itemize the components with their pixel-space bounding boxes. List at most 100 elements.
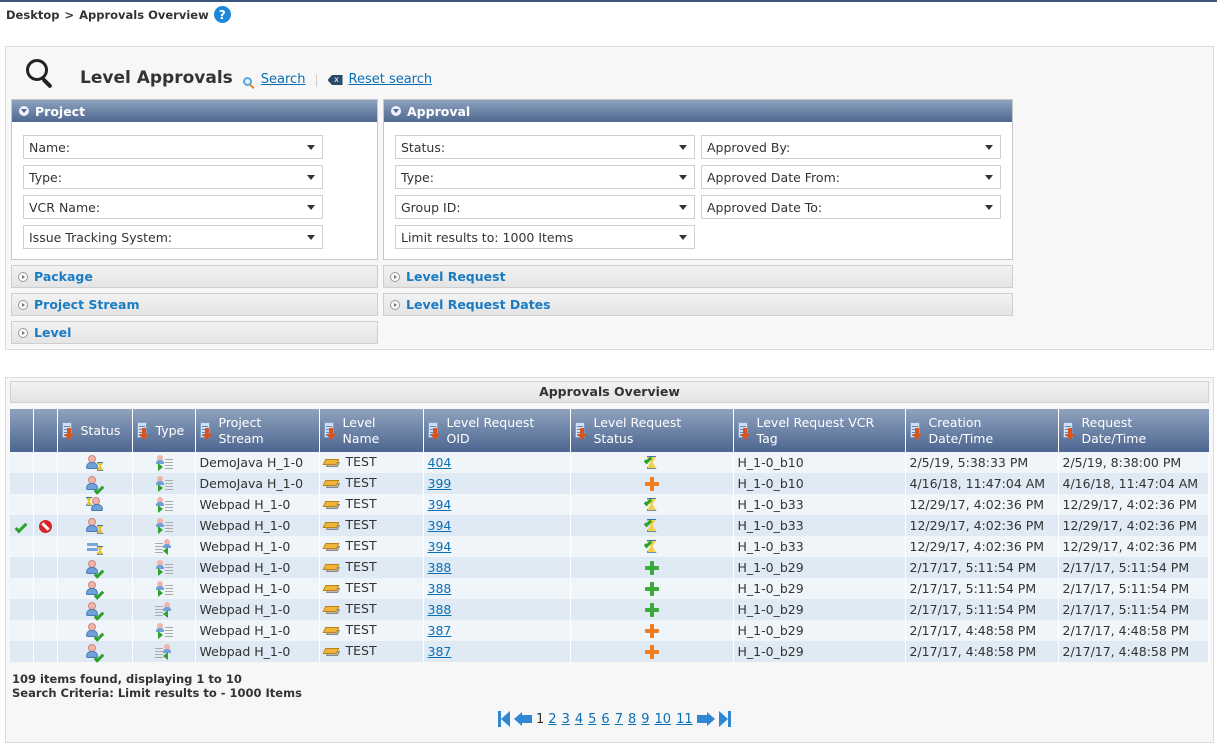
project-type-select[interactable]: Type: xyxy=(23,165,323,189)
page-link[interactable]: 8 xyxy=(628,712,636,727)
column-header-status[interactable]: Status xyxy=(57,409,133,452)
request-type-icon xyxy=(155,580,173,597)
status-cell xyxy=(57,620,133,642)
level-request-dates-section[interactable]: Level Request Dates xyxy=(383,293,1013,316)
previous-page-icon[interactable] xyxy=(514,712,532,726)
page-link[interactable]: 10 xyxy=(655,712,672,727)
column-label: Level Request VCR Tag xyxy=(756,414,875,446)
column-header-reject xyxy=(33,409,58,452)
vcr-tag-cell: H_1-0_b33 xyxy=(733,515,906,536)
user-approved-icon xyxy=(85,643,104,663)
approval-type-select[interactable]: Type: xyxy=(395,165,695,189)
limit-results-select[interactable]: Limit results to: 1000 Items xyxy=(395,225,695,249)
request-date-cell: 2/17/17, 4:48:58 PM xyxy=(1058,641,1209,662)
reset-search-link[interactable]: Reset search xyxy=(349,72,433,87)
approved-date-from-select[interactable]: Approved Date From: xyxy=(701,165,1001,189)
reject-icon[interactable] xyxy=(38,520,52,533)
vcr-tag-cell: H_1-0_b33 xyxy=(733,494,906,515)
user-approved-icon xyxy=(85,601,104,621)
lr-status-cell xyxy=(570,620,734,641)
level-name: TEST xyxy=(345,601,377,617)
request-type-icon xyxy=(155,496,173,513)
level-request-oid-link[interactable]: 404 xyxy=(428,455,452,470)
column-header-creation[interactable]: Creation Date/Time xyxy=(905,409,1059,452)
column-label: Type xyxy=(155,422,185,438)
level-request-oid-link[interactable]: 387 xyxy=(428,644,452,659)
page-link[interactable]: 5 xyxy=(588,712,596,727)
creation-date-cell: 12/29/17, 4:02:36 PM xyxy=(905,494,1059,515)
oid-cell: 394 xyxy=(423,536,571,557)
project-section-header[interactable]: Project xyxy=(12,100,377,122)
section-label: Level Request xyxy=(406,269,506,284)
search-link[interactable]: Search xyxy=(261,72,306,87)
queue-pending-icon xyxy=(86,539,104,555)
status-cell xyxy=(57,494,133,515)
sort-icon xyxy=(136,421,151,440)
status-cell xyxy=(57,578,133,600)
creation-date-cell: 2/17/17, 4:48:58 PM xyxy=(905,620,1059,641)
page-link[interactable]: 11 xyxy=(676,712,693,727)
approval-status-select[interactable]: Status: xyxy=(395,135,695,159)
breadcrumb-desktop[interactable]: Desktop xyxy=(6,8,59,22)
column-header-lr-status[interactable]: Level Request Status xyxy=(570,409,734,452)
table-row: Webpad H_1-0 TEST 387 H_1-0_b29 2/17/17, 4:… xyxy=(10,641,1209,663)
column-header-type[interactable]: Type xyxy=(132,409,196,452)
level-request-section[interactable]: Level Request xyxy=(383,265,1013,288)
request-type-icon xyxy=(155,622,173,639)
user-pending-icon xyxy=(85,454,104,471)
page-links: 2 3 4 5 6 7 8 9 10 11 xyxy=(548,712,692,727)
column-header-request[interactable]: Request Date/Time xyxy=(1058,409,1209,452)
project-stream-cell: Webpad H_1-0 xyxy=(195,620,320,641)
column-header-project-stream[interactable]: Project Stream xyxy=(195,409,320,452)
approve-icon[interactable] xyxy=(14,520,28,534)
dropdown-arrow-icon xyxy=(985,175,993,180)
level-request-oid-link[interactable]: 394 xyxy=(428,518,452,533)
status-cell xyxy=(57,599,133,621)
column-header-level-name[interactable]: Level Name xyxy=(319,409,424,452)
level-request-oid-link[interactable]: 388 xyxy=(428,581,452,596)
lr-status-cell xyxy=(570,641,734,662)
level-section[interactable]: Level xyxy=(11,321,378,344)
level-request-oid-link[interactable]: 387 xyxy=(428,623,452,638)
level-name: TEST xyxy=(345,622,377,638)
status-cell xyxy=(57,536,133,557)
group-id-select[interactable]: Group ID: xyxy=(395,195,695,219)
sort-icon xyxy=(427,421,442,440)
search-title-row: Level Approvals Search | x Reset search xyxy=(24,57,432,89)
project-stream-section[interactable]: Project Stream xyxy=(11,293,378,316)
column-header-vcr-tag[interactable]: Level Request VCR Tag xyxy=(733,409,906,452)
package-section[interactable]: Package xyxy=(11,265,378,288)
section-label: Project Stream xyxy=(34,297,140,312)
level-request-oid-link[interactable]: 388 xyxy=(428,602,452,617)
column-label: Status xyxy=(80,422,121,438)
approval-section-header[interactable]: Approval xyxy=(384,100,1012,122)
project-stream-cell: Webpad H_1-0 xyxy=(195,515,320,536)
level-request-oid-link[interactable]: 394 xyxy=(428,497,452,512)
issue-tracking-select[interactable]: Issue Tracking System: xyxy=(23,225,323,249)
level-name-cell: TEST xyxy=(319,641,424,662)
approved-by-select[interactable]: Approved By: xyxy=(701,135,1001,159)
page-link[interactable]: 7 xyxy=(615,712,623,727)
sort-icon xyxy=(737,421,752,440)
lr-status-cell xyxy=(570,473,734,494)
next-page-icon[interactable] xyxy=(696,712,715,726)
page-link[interactable]: 6 xyxy=(601,712,609,727)
level-icon xyxy=(322,539,342,555)
first-page-icon[interactable] xyxy=(498,711,510,727)
page-link[interactable]: 4 xyxy=(575,712,583,727)
level-request-oid-link[interactable]: 394 xyxy=(428,539,452,554)
level-icon xyxy=(322,497,342,513)
approved-date-to-select[interactable]: Approved Date To: xyxy=(701,195,1001,219)
column-header-oid[interactable]: Level Request OID xyxy=(423,409,571,452)
last-page-icon[interactable] xyxy=(718,711,731,727)
level-name-cell: TEST xyxy=(319,599,424,620)
level-request-oid-link[interactable]: 388 xyxy=(428,560,452,575)
page-link[interactable]: 3 xyxy=(562,712,570,727)
vcr-name-select[interactable]: VCR Name: xyxy=(23,195,323,219)
type-cell xyxy=(132,620,196,641)
page-link[interactable]: 2 xyxy=(548,712,556,727)
page-link[interactable]: 9 xyxy=(641,712,649,727)
help-icon[interactable]: ? xyxy=(213,6,231,23)
project-name-select[interactable]: Name: xyxy=(23,135,323,159)
level-request-oid-link[interactable]: 399 xyxy=(428,476,452,491)
